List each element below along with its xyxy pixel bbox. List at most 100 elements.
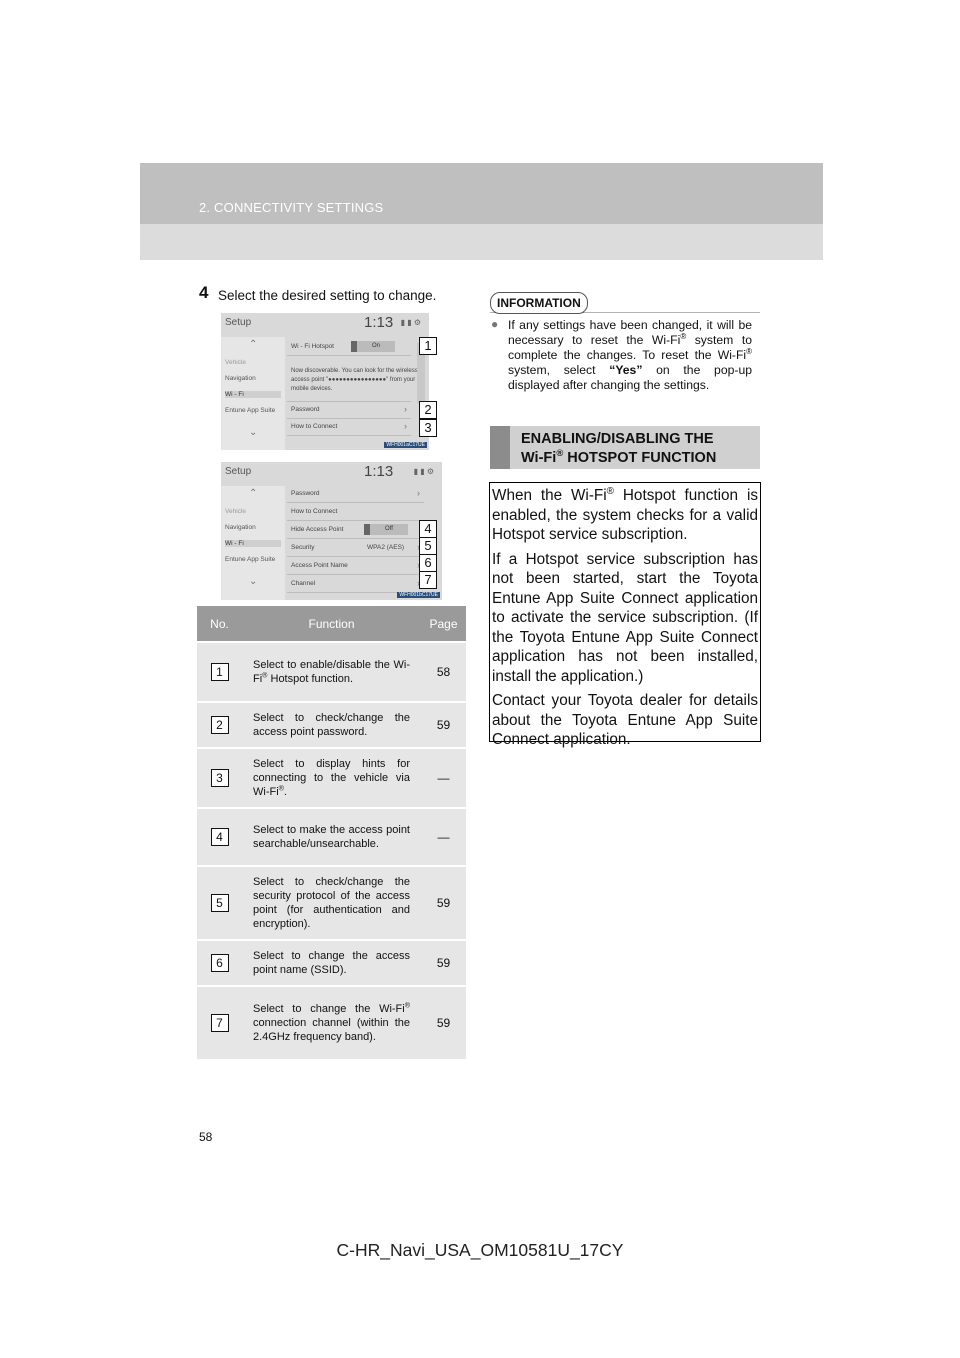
step-text: Select the desired setting to change. xyxy=(218,288,437,303)
page-ref: 59 xyxy=(436,718,451,732)
row-label: Password xyxy=(291,406,320,413)
screen-main: Wi - Fi Hotspot On Now discoverable. You… xyxy=(287,337,418,450)
row-label: Access Point Name xyxy=(291,562,348,569)
chevron-right-icon: › xyxy=(417,488,420,498)
screen-title: Setup xyxy=(225,317,252,328)
footer-code: C-HR_Navi_USA_OM10581U_17CY xyxy=(336,1240,624,1260)
scroll-down-icon: ⌄ xyxy=(249,427,258,438)
table-header-row: No. Function Page xyxy=(197,606,466,641)
security-value: WPA2 (AES) xyxy=(367,544,405,551)
scroll-up-icon: ⌃ xyxy=(249,488,258,499)
step-number: 4 xyxy=(199,283,209,302)
heading-bar xyxy=(490,426,510,469)
hotspot-description: Now discoverable. You can look for the w… xyxy=(291,368,418,392)
image-code: WFH001bC17UE xyxy=(397,592,440,598)
bullet-icon: ● xyxy=(491,317,499,331)
sidebar-item-vehicle: Vehicle xyxy=(225,359,246,366)
row-password: Password › xyxy=(287,401,411,419)
row-hide-access-point: Hide Access Point Off xyxy=(287,522,424,539)
body-box: When the Wi-Fi® Hotspot function is enab… xyxy=(489,482,761,748)
row-how-to-connect: How to Connect › xyxy=(287,419,411,436)
screen-clock: 1:13 xyxy=(364,463,394,480)
screen-title: Setup xyxy=(225,466,252,477)
information-label: INFORMATION xyxy=(490,292,588,314)
section-heading: ENABLING/DISABLING THE Wi-Fi® HOTSPOT FUN… xyxy=(521,431,717,466)
table-row: 5 Select to check/change the security pr… xyxy=(197,865,466,939)
function-text: Select to check/change the access point … xyxy=(253,712,410,738)
table-row: 1 Select to enable/disable the Wi-Fi® Ho… xyxy=(197,641,466,701)
body-paragraph: When the Wi-Fi® Hotspot function is enab… xyxy=(492,485,758,543)
row-label: Hide Access Point xyxy=(291,526,344,533)
callout-2: 2 xyxy=(419,401,437,419)
status-icons: ▮ ▮ ⚙ xyxy=(413,467,434,476)
image-code: WFH001aC17UE xyxy=(384,442,427,448)
function-text: Select to change the Wi-Fi® connection c… xyxy=(253,1001,410,1043)
page-ref: 59 xyxy=(436,1016,451,1030)
function-text: Select to display hints for connecting t… xyxy=(253,758,410,798)
row-access-point-name: Access Point Name › xyxy=(287,558,424,575)
row-callout: 2 xyxy=(210,716,229,734)
callout-3: 3 xyxy=(419,419,437,437)
row-label: Wi - Fi Hotspot xyxy=(291,343,334,350)
function-table: No. Function Page 1 Select to enable/dis… xyxy=(197,606,466,1059)
row-callout: 3 xyxy=(210,769,229,787)
screen-clock: 1:13 xyxy=(364,314,394,331)
header-no: No. xyxy=(197,606,242,641)
row-label: How to Connect xyxy=(291,423,338,430)
row-how-to-connect: How to Connect xyxy=(287,504,424,521)
screen-main: Password › How to Connect Hide Access Po… xyxy=(287,486,424,600)
table-row: 4 Select to make the access point search… xyxy=(197,807,466,865)
row-label: How to Connect xyxy=(291,508,338,515)
body-paragraph: Contact your Toyota dealer for details a… xyxy=(492,692,758,748)
callout-7: 7 xyxy=(419,571,437,589)
screen-sidebar: ⌃ Vehicle Navigation Wi - Fi Entune App … xyxy=(221,337,285,450)
information-text: If any settings have been changed, it wi… xyxy=(508,318,752,392)
function-text: Select to enable/disable the Wi-Fi® Hots… xyxy=(253,659,410,685)
callout-5: 5 xyxy=(419,537,437,555)
row-callout: 6 xyxy=(210,954,229,972)
header-subband xyxy=(140,224,823,260)
function-text: Select to check/change the security prot… xyxy=(253,876,410,930)
sidebar-item-vehicle: Vehicle xyxy=(225,508,246,515)
row-password: Password › xyxy=(287,486,424,503)
row-label: Security xyxy=(291,544,315,551)
table-row: 7 Select to change the Wi-Fi® connection… xyxy=(197,985,466,1059)
callout-4: 4 xyxy=(419,520,437,538)
sidebar-item-wifi: Wi - Fi xyxy=(225,540,281,547)
table-row: 6 Select to change the access point name… xyxy=(197,939,466,985)
function-text: Select to change the access point name (… xyxy=(253,950,410,976)
body-paragraph: If a Hotspot service subscription has no… xyxy=(492,550,758,685)
screenshot-wifi-settings: Setup 1:13 ▮ ▮ ⚙ ⌃ Vehicle Navigation Wi… xyxy=(221,462,442,600)
row-wifi-hotspot: Wi - Fi Hotspot On xyxy=(287,339,411,356)
page-ref: — xyxy=(437,830,450,844)
page-ref: 59 xyxy=(436,896,451,910)
sidebar-item-entune: Entune App Suite xyxy=(225,556,276,563)
header-function: Function xyxy=(242,606,421,641)
row-label: Channel xyxy=(291,580,316,587)
sidebar-item-navigation: Navigation xyxy=(225,375,256,382)
toggle-on: On xyxy=(351,341,395,352)
callout-6: 6 xyxy=(419,554,437,572)
toggle-off: Off xyxy=(364,524,408,535)
chevron-right-icon: › xyxy=(404,404,407,414)
callout-1: 1 xyxy=(419,337,437,355)
row-callout: 7 xyxy=(210,1014,229,1032)
row-label: Password xyxy=(291,490,320,497)
sidebar-item-entune: Entune App Suite xyxy=(225,407,276,414)
row-callout: 5 xyxy=(210,894,229,912)
scroll-down-icon: ⌄ xyxy=(249,576,258,587)
chevron-right-icon: › xyxy=(404,421,407,431)
page-ref: — xyxy=(437,771,450,785)
status-icons: ▮ ▮ ⚙ xyxy=(400,318,421,327)
screenshot-wifi-hotspot: Setup 1:13 ▮ ▮ ⚙ ⌃ Vehicle Navigation Wi… xyxy=(221,313,429,450)
page-ref: 58 xyxy=(436,665,451,679)
sidebar-item-navigation: Navigation xyxy=(225,524,256,531)
scroll-up-icon: ⌃ xyxy=(249,339,258,350)
row-callout: 4 xyxy=(210,828,229,846)
section-title: 2. CONNECTIVITY SETTINGS xyxy=(199,200,384,215)
table-row: 3 Select to display hints for connecting… xyxy=(197,747,466,807)
row-callout: 1 xyxy=(210,663,229,681)
page-ref: 59 xyxy=(436,956,451,970)
header-page: Page xyxy=(421,606,466,641)
page-number: 58 xyxy=(199,1130,213,1144)
